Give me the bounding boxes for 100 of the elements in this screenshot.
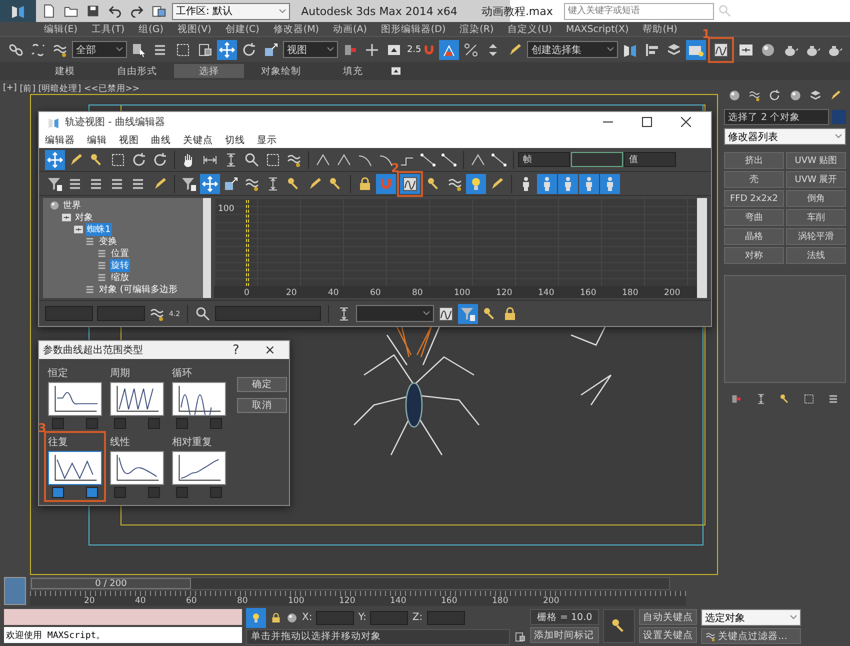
- modifier-button[interactable]: UVW 贴图: [786, 152, 846, 169]
- tree-item[interactable]: 缩放: [110, 270, 130, 284]
- auto-key-button[interactable]: 自动关键点: [639, 609, 698, 625]
- step-number: 2: [391, 160, 400, 174]
- script-output: 欢迎使用 MAXScript。: [4, 627, 242, 643]
- menu-item[interactable]: 视图: [119, 134, 139, 146]
- time-slider-track[interactable]: 0 / 200: [30, 577, 670, 590]
- close-button[interactable]: ×: [255, 342, 285, 358]
- menu-item[interactable]: 图形编辑器(D): [380, 22, 446, 36]
- ribbon-tab[interactable]: 对象绘制: [246, 64, 316, 78]
- modifier-button[interactable]: 晶格: [724, 228, 784, 245]
- viewport-label[interactable]: [+]: [3, 83, 17, 95]
- tree-item[interactable]: 世界: [62, 198, 82, 212]
- menu-item[interactable]: 组(G): [138, 22, 164, 36]
- frame-tick: 0: [244, 288, 250, 298]
- frame-tick: 200: [664, 288, 680, 298]
- modifier-button[interactable]: 壳: [724, 171, 784, 188]
- window-title: 轨迹视图 - 曲线编辑器: [65, 116, 165, 129]
- menu-item[interactable]: MAXScript(X): [566, 24, 629, 34]
- ribbon-tab[interactable]: 自由形式: [102, 64, 172, 78]
- menu-item[interactable]: 编辑(E): [44, 22, 78, 36]
- dialog-title: 参数曲线超出范围类型: [43, 344, 143, 357]
- key-mode-dropdown[interactable]: 选定对象: [701, 609, 802, 626]
- menu-item[interactable]: 切线: [225, 134, 245, 146]
- modifier-button[interactable]: 涡轮平滑: [786, 228, 846, 245]
- menu-item[interactable]: 视图(V): [177, 22, 212, 36]
- tree-item[interactable]: 对象: [74, 210, 94, 224]
- ribbon-tab[interactable]: 建模: [30, 64, 100, 78]
- coord-label: Z:: [412, 612, 423, 623]
- modifier-button[interactable]: FFD 2x2x2: [724, 190, 784, 207]
- timeline-tick: 100: [288, 596, 304, 606]
- menu-item[interactable]: 动画(A): [333, 22, 367, 36]
- frame-tick: 180: [622, 288, 638, 298]
- viewport-label[interactable]: [明暗处理]: [38, 83, 82, 95]
- value-tick: 100: [218, 204, 234, 214]
- timeline-tick: 60: [186, 596, 197, 606]
- menu-item[interactable]: 修改器(M): [273, 22, 319, 36]
- menu-item[interactable]: 曲线: [151, 134, 171, 146]
- viewport-label[interactable]: [前]: [20, 83, 36, 95]
- viewport-label[interactable]: <<已禁用>>: [84, 83, 140, 95]
- option-label: 相对重复: [172, 436, 213, 449]
- help-button[interactable]: ?: [221, 342, 251, 358]
- menu-item[interactable]: 自定义(U): [508, 22, 552, 36]
- timeline-tick: 200: [543, 596, 560, 606]
- modifier-button[interactable]: 弯曲: [724, 209, 784, 226]
- menu-item[interactable]: 帮助(H): [642, 22, 678, 36]
- frame-field[interactable]: 帧: [518, 152, 570, 167]
- dropdown[interactable]: 创建选择集: [527, 41, 618, 58]
- menu-item[interactable]: 显示: [257, 134, 277, 146]
- modifier-button[interactable]: 法线: [786, 247, 846, 264]
- workspace-dropdown[interactable]: 工作区: 默认: [172, 2, 290, 20]
- dialog-button[interactable]: 确定: [237, 377, 287, 392]
- tree-item[interactable]: 对象 (可编辑多边形: [98, 282, 178, 296]
- value-field[interactable]: 值: [624, 152, 676, 167]
- dropdown[interactable]: 视图: [282, 41, 338, 58]
- dialog-button[interactable]: 取消: [237, 398, 287, 413]
- ribbon-tab[interactable]: 选择: [174, 64, 244, 78]
- grid-readout: 栅格 = 10.0: [530, 609, 600, 625]
- timeline-tick: 40: [135, 596, 146, 606]
- menu-item[interactable]: 关键点: [183, 134, 213, 146]
- menu-item[interactable]: 创建(C): [225, 22, 260, 36]
- file-name: 动画教程.max: [481, 4, 553, 18]
- curve-graph[interactable]: 100 0 20 40 60 80 100 120 140 160 180 200: [214, 198, 707, 298]
- add-time-tag-button[interactable]: 添加时间标记: [530, 627, 600, 643]
- frame-tick: 40: [328, 288, 339, 298]
- ribbon-tab[interactable]: 填充: [318, 64, 388, 78]
- option-label: 恒定: [48, 366, 69, 380]
- menu-item[interactable]: 编辑: [87, 134, 107, 146]
- tree-item[interactable]: 旋转: [110, 258, 130, 272]
- frame-tick: 160: [580, 288, 596, 298]
- menu-item[interactable]: 渲染(R): [460, 22, 494, 36]
- set-key-mode-button[interactable]: 设置关键点: [639, 627, 698, 643]
- tree-item[interactable]: 变换: [98, 234, 118, 248]
- modifier-button[interactable]: 车削: [786, 209, 846, 226]
- modifier-button[interactable]: UVW 展开: [786, 171, 846, 188]
- timeline-tick: 160: [441, 596, 458, 606]
- dropdown[interactable]: 全部: [72, 41, 127, 58]
- frame-tick: 120: [496, 288, 512, 298]
- time-slider-thumb[interactable]: 0 / 200: [31, 578, 191, 589]
- modifier-button[interactable]: 对称: [724, 247, 784, 264]
- timeline-tick: 20: [84, 596, 95, 606]
- tree-item[interactable]: 位置: [110, 246, 130, 260]
- option-label: 线性: [110, 436, 131, 449]
- frame-tick: 20: [286, 288, 297, 298]
- selection-field[interactable]: 选择了 2 个对象: [724, 109, 829, 125]
- toolbar-button[interactable]: 2.5: [406, 40, 438, 60]
- modifier-button[interactable]: 挤出: [724, 152, 784, 169]
- tree-item[interactable]: 蜘蛛1: [86, 222, 112, 236]
- menu-item[interactable]: 工具(T): [91, 22, 125, 36]
- key-filters-button[interactable]: 关键点过滤器...: [701, 628, 802, 644]
- timeline-ruler[interactable]: 20 40 60 80 100 120 140 160 180 200: [30, 590, 686, 606]
- window-title: Autodesk 3ds Max 2014 x64: [301, 4, 458, 18]
- option-label: 周期: [110, 366, 131, 380]
- timeline-tick: 180: [492, 596, 508, 606]
- search-field[interactable]: 键入关键字或短语: [564, 2, 714, 20]
- modifier-list-dropdown[interactable]: 修改器列表: [724, 128, 846, 145]
- menu-item[interactable]: 编辑器: [45, 134, 75, 146]
- option-label: 循环: [172, 367, 193, 380]
- modifier-button[interactable]: 倒角: [786, 190, 846, 207]
- coord-label: X:: [302, 612, 312, 623]
